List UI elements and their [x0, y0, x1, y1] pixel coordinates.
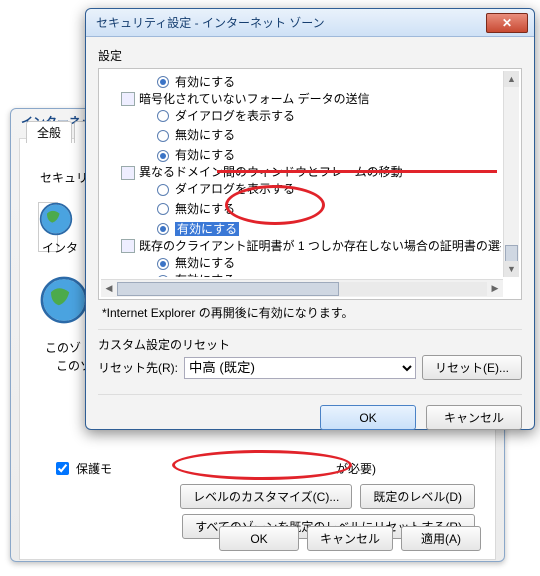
- hscroll-right-icon[interactable]: ▶: [487, 283, 503, 294]
- option-label: ダイアログを表示する: [175, 181, 295, 198]
- category-label: 異なるドメイン間のウィンドウとフレームの移動: [139, 164, 403, 181]
- reset-row: リセット先(R): 中高 (既定) リセット(E)...: [98, 355, 522, 380]
- settings-label: 設定: [98, 47, 522, 64]
- radio-icon: [157, 184, 169, 196]
- tree-content: 有効にする暗号化されていないフォーム データの送信ダイアログを表示する無効にする…: [101, 71, 501, 277]
- tree-row: 暗号化されていないフォーム データの送信: [121, 91, 501, 108]
- restart-note: *Internet Explorer の再開後に有効になります。: [98, 304, 522, 321]
- radio-icon: [157, 130, 169, 142]
- close-button[interactable]: ✕: [486, 13, 528, 33]
- option-radio[interactable]: 無効にする: [157, 201, 235, 218]
- default-level-button[interactable]: 既定のレベル(D): [360, 484, 475, 509]
- tab-general[interactable]: 全般: [26, 121, 72, 143]
- globe-icon: [38, 201, 74, 237]
- category-label: 暗号化されていないフォーム データの送信: [139, 91, 370, 108]
- option-label: 有効にする: [175, 74, 235, 91]
- titlebar: セキュリティ設定 - インターネット ゾーン ✕: [86, 9, 534, 37]
- tree-row: 有効にする: [139, 220, 501, 238]
- tree-row: 無効にする: [139, 255, 501, 273]
- back-cancel-button[interactable]: キャンセル: [307, 526, 393, 551]
- protected-mode-row: 保護モ が必要): [52, 459, 376, 478]
- tree-row: 既存のクライアント証明書が 1 つしか存在しない場合の証明書の選択: [121, 238, 501, 255]
- dialog-title: セキュリティ設定 - インターネット ゾーン: [96, 14, 486, 31]
- globe-large-icon: [38, 274, 90, 326]
- radio-icon: [157, 76, 169, 88]
- hscroll-left-icon[interactable]: ◀: [101, 283, 117, 294]
- settings-tree: 有効にする暗号化されていないフォーム データの送信ダイアログを表示する無効にする…: [98, 68, 522, 300]
- reset-to-label: リセット先(R):: [98, 359, 178, 376]
- option-radio[interactable]: 有効にする: [157, 221, 239, 238]
- option-label: 有効にする: [175, 147, 235, 164]
- option-label: 有効にする: [175, 221, 239, 238]
- close-icon: ✕: [502, 16, 512, 30]
- option-radio[interactable]: 有効にする: [157, 74, 235, 91]
- option-label: 無効にする: [175, 127, 235, 144]
- protected-mode-label-prefix: 保護モ: [76, 460, 112, 477]
- option-label: 無効にする: [175, 255, 235, 272]
- category-icon: [121, 166, 135, 180]
- cancel-button[interactable]: キャンセル: [426, 405, 522, 430]
- tree-row: 異なるドメイン間のウィンドウとフレームの移動: [121, 164, 501, 181]
- ok-button[interactable]: OK: [320, 405, 416, 430]
- scroll-down-icon[interactable]: ▼: [504, 261, 519, 277]
- tree-row: ダイアログを表示する: [139, 108, 501, 128]
- tree-row: 無効にする: [139, 201, 501, 221]
- hscroll-track[interactable]: [117, 282, 487, 296]
- option-label: 有効にする: [175, 272, 235, 277]
- category-icon: [121, 239, 135, 253]
- category-icon: [121, 92, 135, 106]
- radio-icon: [157, 258, 169, 270]
- security-settings-dialog: セキュリティ設定 - インターネット ゾーン ✕ 設定 有効にする暗号化されてい…: [85, 8, 535, 430]
- label-security: セキュリ: [40, 169, 88, 186]
- back-ok-button[interactable]: OK: [219, 526, 299, 551]
- scroll-track[interactable]: [504, 87, 519, 261]
- protected-mode-label-suffix: が必要): [336, 460, 376, 477]
- option-radio[interactable]: 無効にする: [157, 127, 235, 144]
- category-label: 既存のクライアント証明書が 1 つしか存在しない場合の証明書の選択: [139, 238, 501, 255]
- scroll-up-icon[interactable]: ▲: [504, 71, 519, 87]
- tree-row: 有効にする: [139, 73, 501, 91]
- tree-row: 無効にする: [139, 127, 501, 147]
- vertical-scrollbar[interactable]: ▲ ▼: [503, 71, 519, 277]
- radio-icon: [157, 110, 169, 122]
- label-this-zone-1: このゾ: [45, 339, 81, 356]
- tree-row: 有効にする: [139, 272, 501, 277]
- reset-button[interactable]: リセット(E)...: [422, 355, 522, 380]
- reset-group-label: カスタム設定のリセット: [98, 336, 522, 353]
- radio-icon: [157, 150, 169, 162]
- option-radio[interactable]: ダイアログを表示する: [157, 181, 295, 198]
- option-radio[interactable]: 有効にする: [157, 272, 235, 277]
- back-apply-button[interactable]: 適用(A): [401, 526, 481, 551]
- customize-level-button[interactable]: レベルのカスタマイズ(C)...: [180, 484, 352, 509]
- radio-icon: [157, 275, 169, 278]
- label-internet: インタ: [42, 239, 78, 256]
- radio-icon: [157, 223, 169, 235]
- protected-mode-checkbox[interactable]: [56, 462, 69, 475]
- back-dialog-buttons: OK キャンセル 適用(A): [219, 526, 481, 551]
- option-radio[interactable]: ダイアログを表示する: [157, 108, 295, 125]
- dialog-body: 設定 有効にする暗号化されていないフォーム データの送信ダイアログを表示する無効…: [86, 37, 534, 440]
- option-radio[interactable]: 無効にする: [157, 255, 235, 272]
- reset-to-combo[interactable]: 中高 (既定): [184, 357, 416, 379]
- tree-row: 有効にする: [139, 147, 501, 165]
- option-label: ダイアログを表示する: [175, 108, 295, 125]
- horizontal-scrollbar[interactable]: ◀ ▶: [101, 279, 503, 297]
- dialog-button-bar: OK キャンセル: [98, 394, 522, 430]
- radio-icon: [157, 203, 169, 215]
- hscroll-thumb[interactable]: [117, 282, 339, 296]
- reset-group: カスタム設定のリセット リセット先(R): 中高 (既定) リセット(E)...: [98, 329, 522, 380]
- tree-row: ダイアログを表示する: [139, 181, 501, 201]
- level-button-row: レベルのカスタマイズ(C)... 既定のレベル(D): [120, 484, 475, 509]
- option-label: 無効にする: [175, 201, 235, 218]
- option-radio[interactable]: 有効にする: [157, 147, 235, 164]
